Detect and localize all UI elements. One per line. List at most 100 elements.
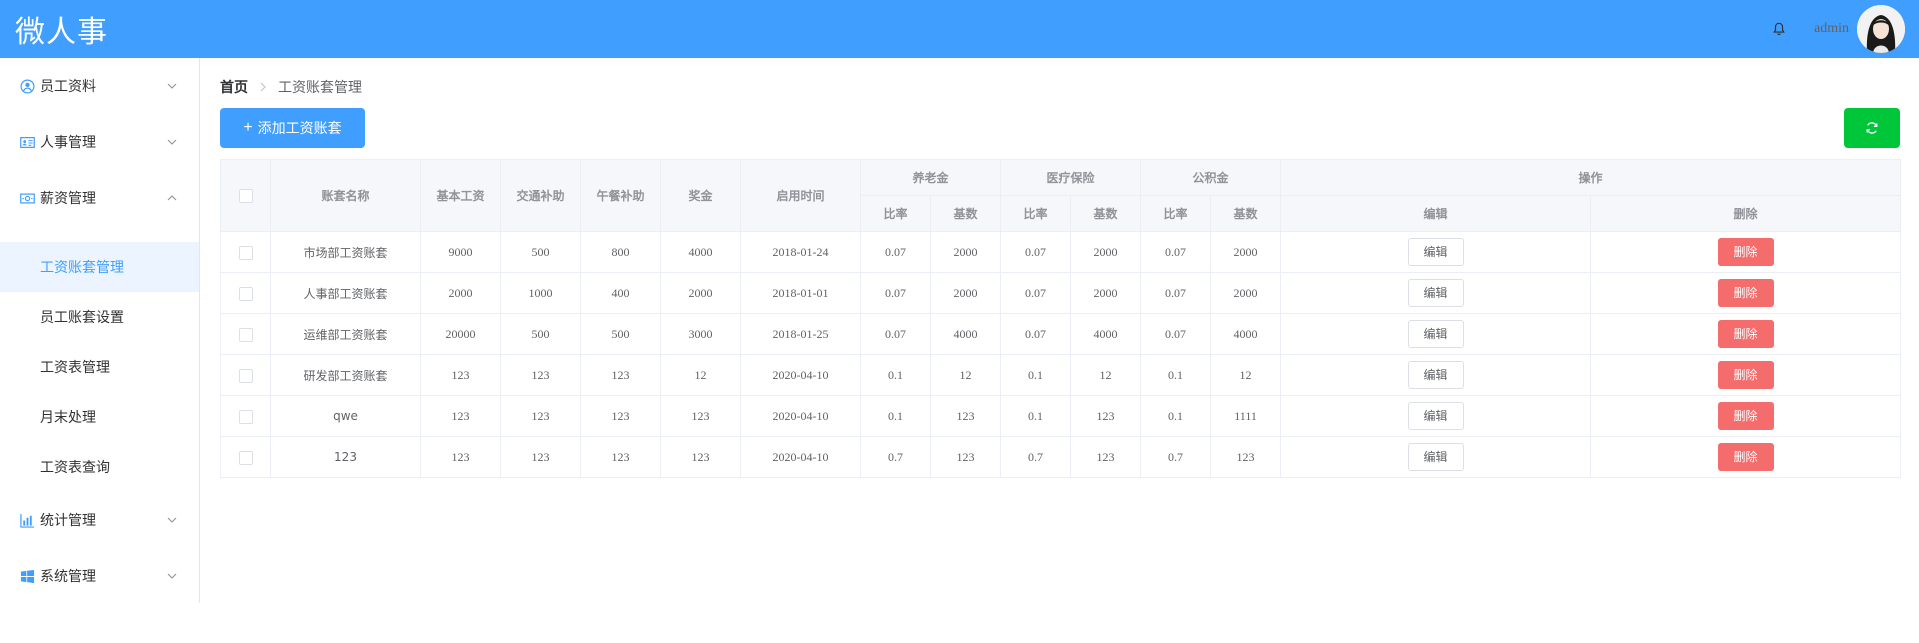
chevron-up-icon xyxy=(167,195,177,201)
delete-cell: 删除 xyxy=(1590,395,1902,437)
edit-button[interactable]: 编辑 xyxy=(1407,361,1464,389)
edit-cell: 编辑 xyxy=(1280,354,1592,396)
add-button-label: 添加工资账套 xyxy=(257,120,342,136)
table-row: 研发部工资账套 123 123 123 12 2020-04-10 0.1 12 0.1 12 0.… xyxy=(220,354,1902,396)
cell-bonus: 4000 xyxy=(660,231,741,273)
header-pension: 养老金 xyxy=(859,159,1002,196)
sidebar-subitem-month-end[interactable]: 月末处理 xyxy=(0,392,199,442)
cell-medical-base: 123 xyxy=(1070,395,1142,437)
sidebar-subitem-employee-sob[interactable]: 员工账套设置 xyxy=(0,292,199,342)
row-select-cell[interactable] xyxy=(220,395,271,437)
avatar[interactable] xyxy=(1857,5,1905,53)
sidebar-item-employee-info[interactable]: 员工资料 xyxy=(0,58,199,114)
cell-medical-base: 12 xyxy=(1070,354,1142,396)
edit-button[interactable]: 编辑 xyxy=(1407,320,1464,348)
main-content: 首页 工资账套管理 + 添加工资账套 账套名称 基本工资 交通补助 午餐补助 奖… xyxy=(220,58,1902,478)
edit-button[interactable]: 编辑 xyxy=(1407,443,1464,471)
cell-name: 运维部工资账套 xyxy=(270,313,421,355)
cell-lunch: 123 xyxy=(580,354,661,396)
cell-name: 研发部工资账套 xyxy=(270,354,421,396)
edit-button[interactable]: 编辑 xyxy=(1407,238,1464,266)
cell-pension-base: 2000 xyxy=(929,272,1002,314)
header-lunch: 午餐补助 xyxy=(580,159,661,232)
row-checkbox[interactable] xyxy=(238,286,253,301)
delete-button[interactable]: 删除 xyxy=(1717,402,1774,430)
edit-button[interactable]: 编辑 xyxy=(1407,402,1464,430)
cell-traffic: 500 xyxy=(500,231,581,273)
cell-medical-base: 4000 xyxy=(1070,313,1142,355)
delete-button[interactable]: 删除 xyxy=(1717,238,1774,266)
cell-pension-ratio: 0.1 xyxy=(860,354,931,396)
money-icon xyxy=(20,192,35,204)
edit-cell: 编辑 xyxy=(1280,231,1592,273)
bell-icon[interactable] xyxy=(1772,22,1786,36)
cell-bonus: 123 xyxy=(660,395,741,437)
cell-pension-ratio: 0.07 xyxy=(860,313,931,355)
table-row: 运维部工资账套 20000 500 500 3000 2018-01-25 0.07 4000… xyxy=(220,313,1902,355)
cell-medical-ratio: 0.1 xyxy=(1000,354,1072,396)
delete-cell: 删除 xyxy=(1590,354,1902,396)
sidebar-subitem-salary-table[interactable]: 工资表管理 xyxy=(0,342,199,392)
checkbox[interactable] xyxy=(238,188,253,203)
header-ratio: 比率 xyxy=(1140,195,1212,232)
delete-button[interactable]: 删除 xyxy=(1717,279,1774,307)
cell-medical-ratio: 0.1 xyxy=(1000,395,1072,437)
cell-lunch: 123 xyxy=(580,395,661,437)
sidebar-item-salary[interactable]: 薪资管理 xyxy=(0,170,199,226)
cell-fund-ratio: 0.07 xyxy=(1140,231,1212,273)
cell-fund-base: 12 xyxy=(1210,354,1282,396)
cell-start-date: 2018-01-24 xyxy=(740,231,861,273)
cell-pension-ratio: 0.07 xyxy=(860,231,931,273)
table-body: 市场部工资账套 9000 500 800 4000 2018-01-24 0.07 2000 0… xyxy=(220,231,1902,478)
delete-button[interactable]: 删除 xyxy=(1717,320,1774,348)
header-user-area: admin xyxy=(1772,0,1905,58)
cell-bonus: 2000 xyxy=(660,272,741,314)
cell-pension-base: 123 xyxy=(929,395,1002,437)
cell-name: qwe xyxy=(270,395,421,437)
cell-fund-ratio: 0.1 xyxy=(1140,395,1212,437)
sidebar-item-system[interactable]: 系统管理 xyxy=(0,548,199,604)
sidebar-subitem-salary-query[interactable]: 工资表查询 xyxy=(0,442,199,492)
row-checkbox[interactable] xyxy=(238,245,253,260)
row-select-cell[interactable] xyxy=(220,436,271,478)
cell-medical-ratio: 0.07 xyxy=(1000,272,1072,314)
sidebar-item-personnel[interactable]: 人事管理 xyxy=(0,114,199,170)
cell-start-date: 2020-04-10 xyxy=(740,436,861,478)
header-base: 基数 xyxy=(929,195,1002,232)
header-bonus: 奖金 xyxy=(660,159,741,232)
header-select-all[interactable] xyxy=(220,159,271,232)
cell-basic: 123 xyxy=(420,354,501,396)
cell-pension-ratio: 0.07 xyxy=(860,272,931,314)
row-select-cell[interactable] xyxy=(220,231,271,273)
chevron-down-icon xyxy=(167,573,177,579)
delete-button[interactable]: 删除 xyxy=(1717,361,1774,389)
row-select-cell[interactable] xyxy=(220,313,271,355)
row-select-cell[interactable] xyxy=(220,354,271,396)
row-select-cell[interactable] xyxy=(220,272,271,314)
table-row: qwe 123 123 123 123 2020-04-10 0.1 123 0.1 123 0.1… xyxy=(220,395,1902,437)
header-base: 基数 xyxy=(1210,195,1282,232)
header-name: 账套名称 xyxy=(270,159,421,232)
add-salary-sob-button[interactable]: + 添加工资账套 xyxy=(220,108,365,148)
cell-pension-base: 12 xyxy=(929,354,1002,396)
header-ratio: 比率 xyxy=(1000,195,1072,232)
row-checkbox[interactable] xyxy=(238,368,253,383)
delete-button[interactable]: 删除 xyxy=(1717,443,1774,471)
delete-cell: 删除 xyxy=(1590,436,1902,478)
row-checkbox[interactable] xyxy=(238,409,253,424)
sidebar-subitem-salary-sob[interactable]: 工资账套管理 xyxy=(0,242,199,292)
delete-cell: 删除 xyxy=(1590,231,1902,273)
cell-traffic: 123 xyxy=(500,436,581,478)
cell-pension-ratio: 0.7 xyxy=(860,436,931,478)
edit-button[interactable]: 编辑 xyxy=(1407,279,1464,307)
breadcrumb-home[interactable]: 首页 xyxy=(220,77,248,97)
row-checkbox[interactable] xyxy=(238,327,253,342)
cell-fund-ratio: 0.07 xyxy=(1140,313,1212,355)
username[interactable]: admin xyxy=(1814,21,1849,37)
windows-icon xyxy=(20,569,35,583)
refresh-button[interactable] xyxy=(1844,108,1900,148)
cell-basic: 9000 xyxy=(420,231,501,273)
sidebar-item-statistics[interactable]: 统计管理 xyxy=(0,492,199,548)
cell-traffic: 1000 xyxy=(500,272,581,314)
row-checkbox[interactable] xyxy=(238,450,253,465)
